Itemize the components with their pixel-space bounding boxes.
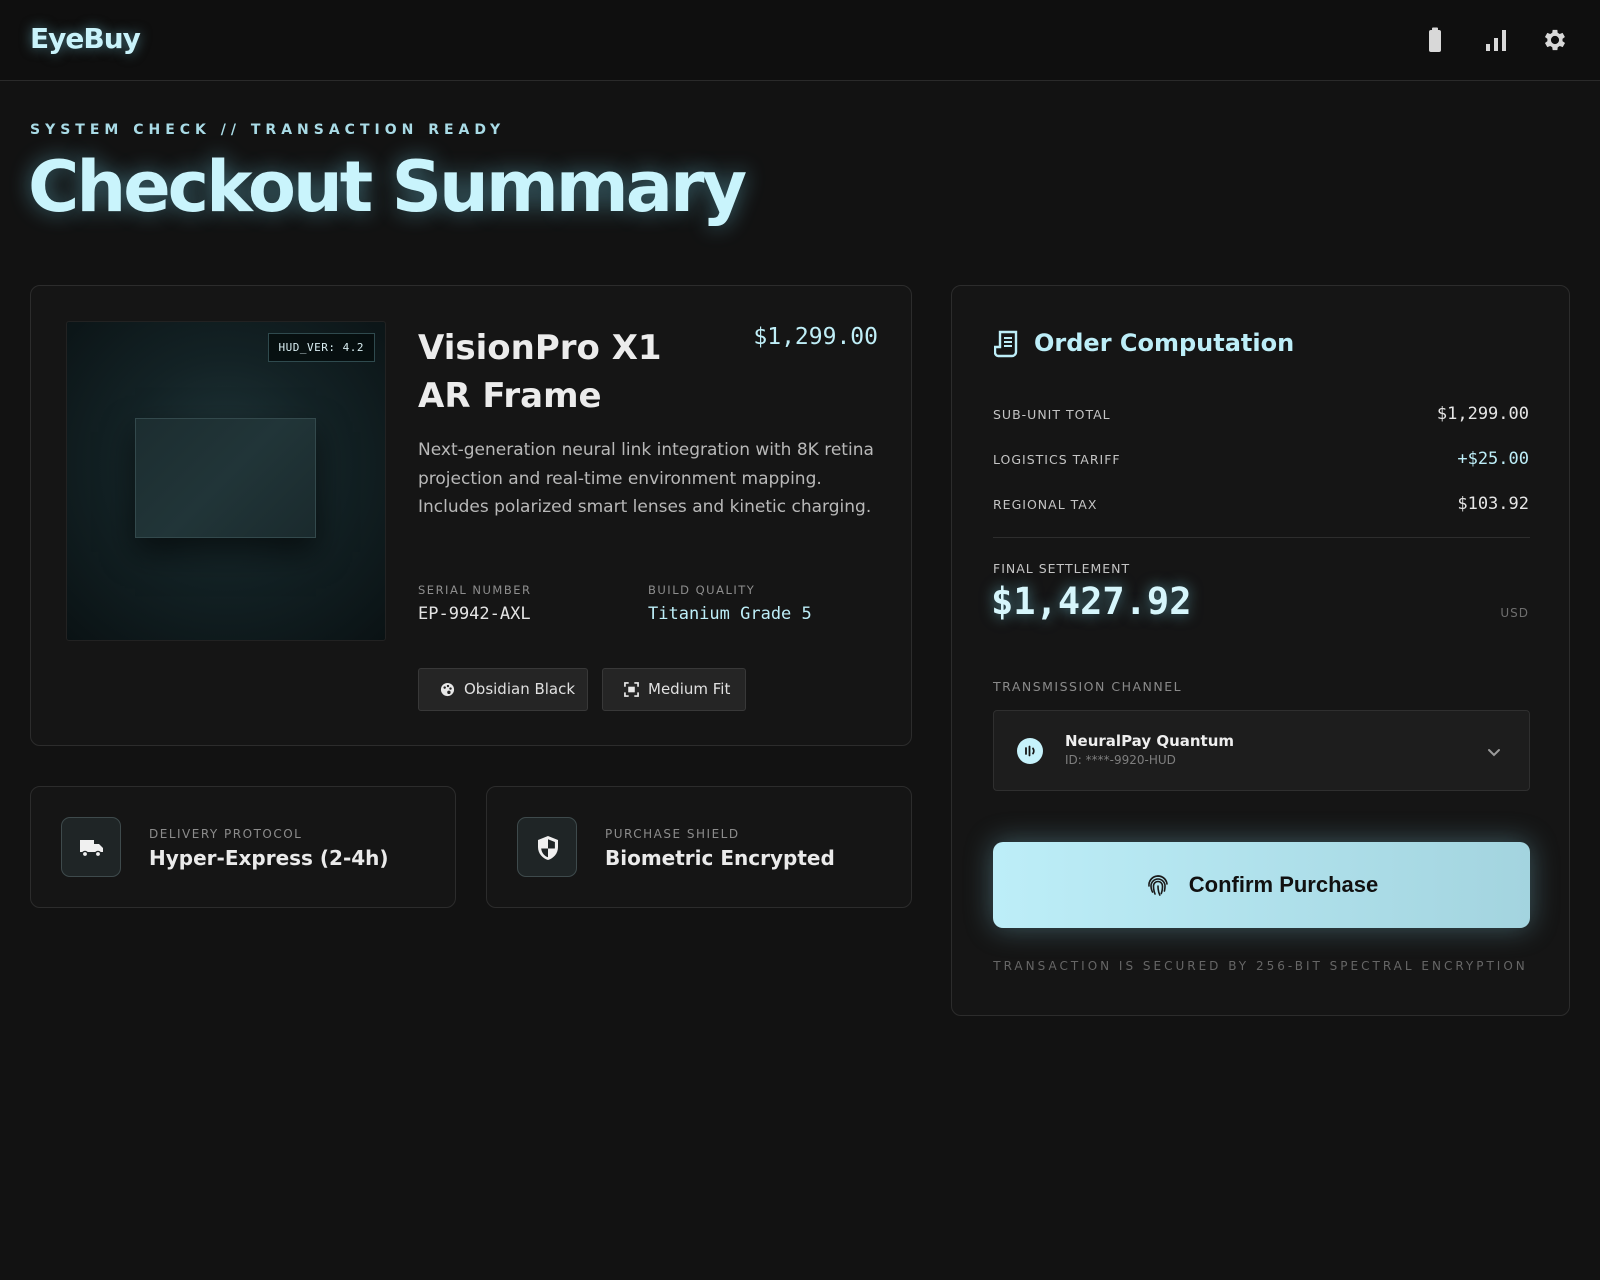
build-quality-label: BUILD QUALITY: [648, 583, 756, 597]
confirm-purchase-button[interactable]: Confirm Purchase: [993, 842, 1530, 928]
receipt-icon: [994, 330, 1020, 358]
delivery-card: DELIVERY PROTOCOL Hyper-Express (2-4h): [30, 786, 456, 908]
final-settlement-label: FINAL SETTLEMENT: [993, 561, 1131, 576]
security-note: TRANSACTION IS SECURED BY 256-BIT SPECTR…: [993, 959, 1528, 973]
payment-method-id: ID: ****-9920-HUD: [1065, 753, 1176, 767]
fingerprint-icon: [1145, 872, 1171, 898]
purchase-shield-value: Biometric Encrypted: [605, 846, 835, 870]
tax-value: $103.92: [1457, 494, 1529, 514]
top-bar: EyeBuy: [0, 0, 1600, 81]
product-price: $1,299.00: [753, 324, 878, 350]
product-image: HUD_VER: 4.2: [66, 321, 386, 641]
battery-icon[interactable]: [1421, 26, 1449, 54]
page-kicker: SYSTEM CHECK // TRANSACTION READY: [30, 122, 506, 138]
build-quality-value: Titanium Grade 5: [648, 604, 812, 624]
payment-method-name: NeuralPay Quantum: [1065, 732, 1235, 750]
page-title: Checkout Summary: [28, 146, 747, 228]
fit-option-chip[interactable]: Medium Fit: [602, 668, 746, 711]
order-divider: [993, 537, 1530, 538]
product-card: HUD_VER: 4.2 VisionPro X1 AR Frame $1,29…: [30, 285, 912, 746]
delivery-label: DELIVERY PROTOCOL: [149, 827, 303, 841]
transmission-channel-label: TRANSMISSION CHANNEL: [993, 679, 1183, 694]
product-name: VisionPro X1 AR Frame: [418, 328, 662, 416]
signal-icon[interactable]: [1482, 26, 1510, 54]
product-render: [135, 418, 316, 538]
currency-label: USD: [1500, 606, 1529, 620]
truck-icon: [61, 817, 121, 877]
fit-scan-icon: [624, 682, 639, 697]
subtotal-value: $1,299.00: [1436, 404, 1529, 424]
purchase-shield-label: PURCHASE SHIELD: [605, 827, 740, 841]
color-option-label: Obsidian Black: [464, 680, 576, 698]
palette-icon: [440, 682, 455, 697]
delivery-value: Hyper-Express (2-4h): [149, 846, 389, 870]
shield-icon: [517, 817, 577, 877]
logistics-value: +$25.00: [1457, 449, 1529, 469]
contactless-icon: [1017, 738, 1043, 764]
subtotal-label: SUB-UNIT TOTAL: [993, 407, 1111, 422]
chevron-down-icon[interactable]: [1485, 743, 1503, 761]
order-title: Order Computation: [1034, 329, 1295, 357]
app-logo[interactable]: EyeBuy: [30, 22, 141, 55]
product-description: Next-generation neural link integration …: [418, 440, 874, 517]
order-panel: Order Computation SUB-UNIT TOTAL $1,299.…: [951, 285, 1570, 1016]
serial-number-label: SERIAL NUMBER: [418, 583, 532, 597]
color-option-chip[interactable]: Obsidian Black: [418, 668, 588, 711]
hud-version-badge: HUD_VER: 4.2: [267, 333, 375, 362]
payment-method-select[interactable]: NeuralPay Quantum ID: ****-9920-HUD: [993, 710, 1530, 791]
purchase-shield-card: PURCHASE SHIELD Biometric Encrypted: [486, 786, 912, 908]
gear-icon[interactable]: [1541, 26, 1569, 54]
logistics-label: LOGISTICS TARIFF: [993, 452, 1121, 467]
serial-number-value: EP-9942-AXL: [418, 604, 531, 624]
fit-option-label: Medium Fit: [648, 680, 731, 698]
final-settlement-value: $1,427.92: [991, 580, 1192, 623]
tax-label: REGIONAL TAX: [993, 497, 1098, 512]
confirm-purchase-label: Confirm Purchase: [1188, 872, 1379, 897]
